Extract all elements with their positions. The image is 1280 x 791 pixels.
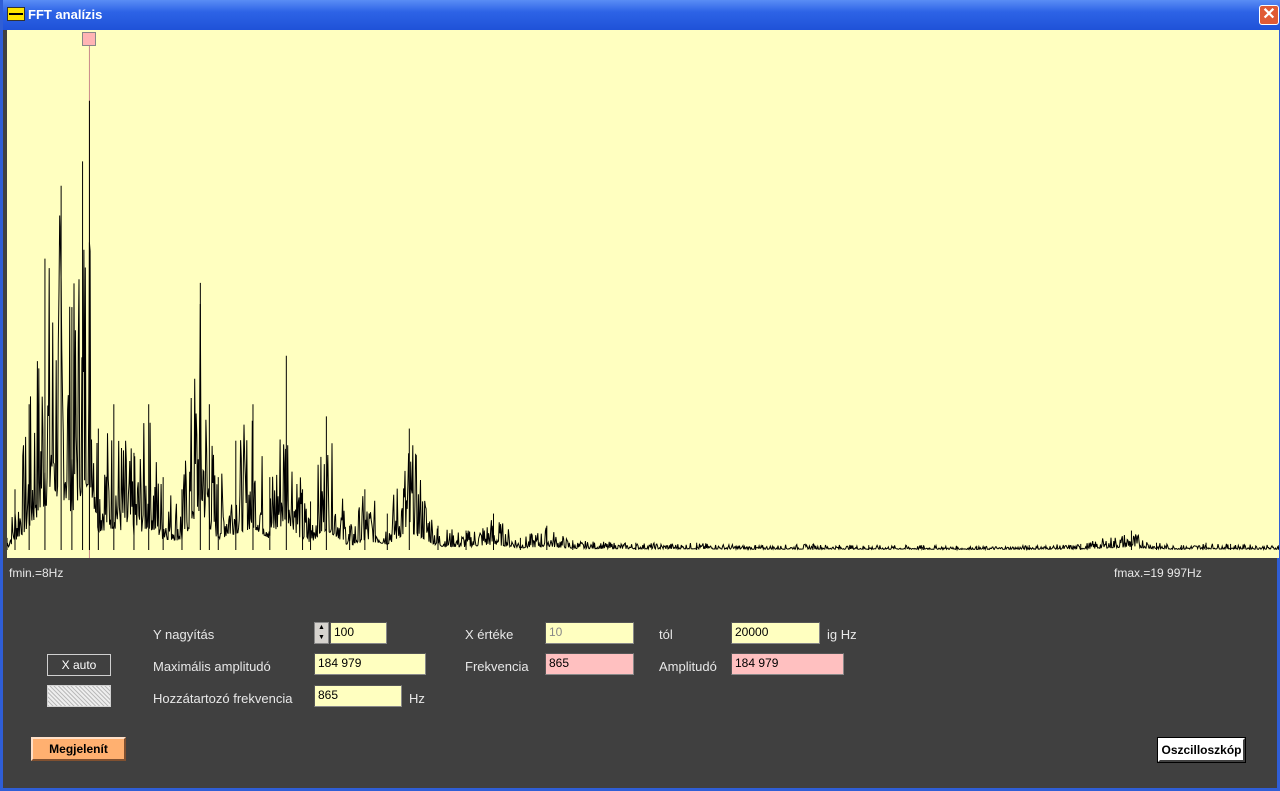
frequency-cursor-handle[interactable]: [82, 32, 96, 46]
color-toggle-button[interactable]: [47, 685, 111, 707]
fft-plot-area[interactable]: [7, 30, 1279, 558]
spin-down-icon[interactable]: ▼: [315, 633, 328, 643]
fmax-label: fmax.=19 997Hz: [1114, 566, 1202, 580]
window-title: FFT analízis: [28, 7, 103, 22]
max-amplitude-label: Maximális amplitudó: [153, 659, 271, 674]
range-to-field[interactable]: 20000: [731, 622, 820, 644]
y-zoom-spinner[interactable]: ▲ ▼: [314, 622, 329, 644]
x-value-label: X értéke: [465, 627, 514, 642]
from-label: tól: [659, 627, 673, 642]
x-value-field[interactable]: 10: [545, 622, 634, 644]
fmin-label: fmin.=8Hz: [9, 566, 64, 580]
hz-unit-label: Hz: [409, 691, 425, 706]
oscilloscope-button[interactable]: Oszcilloszkóp: [1157, 737, 1246, 763]
y-zoom-label: Y nagyítás: [153, 627, 215, 642]
amplitude-field[interactable]: 184 979: [731, 653, 844, 675]
fft-window: FFT analízis ✕ fmin.=8Hz fmax.=19 997Hz …: [0, 0, 1280, 791]
x-auto-button[interactable]: X auto: [47, 654, 111, 676]
amplitude-label: Amplitudó: [659, 659, 717, 674]
spectrum-trace: [7, 215, 1279, 552]
frequency-label: Frekvencia: [465, 659, 529, 674]
show-button[interactable]: Megjelenít: [31, 737, 126, 761]
assoc-frequency-label: Hozzátartozó frekvencia: [153, 691, 293, 706]
to-hz-label: ig Hz: [827, 627, 857, 642]
app-icon: [7, 7, 25, 21]
spin-up-icon[interactable]: ▲: [315, 623, 328, 633]
y-zoom-input[interactable]: 100: [330, 622, 387, 644]
fft-spectrum-chart: [7, 46, 1279, 558]
assoc-frequency-field[interactable]: 865: [314, 685, 402, 707]
frequency-field[interactable]: 865: [545, 653, 634, 675]
title-bar[interactable]: FFT analízis ✕: [3, 0, 1280, 30]
close-button[interactable]: ✕: [1259, 5, 1279, 25]
max-amplitude-field[interactable]: 184 979: [314, 653, 426, 675]
